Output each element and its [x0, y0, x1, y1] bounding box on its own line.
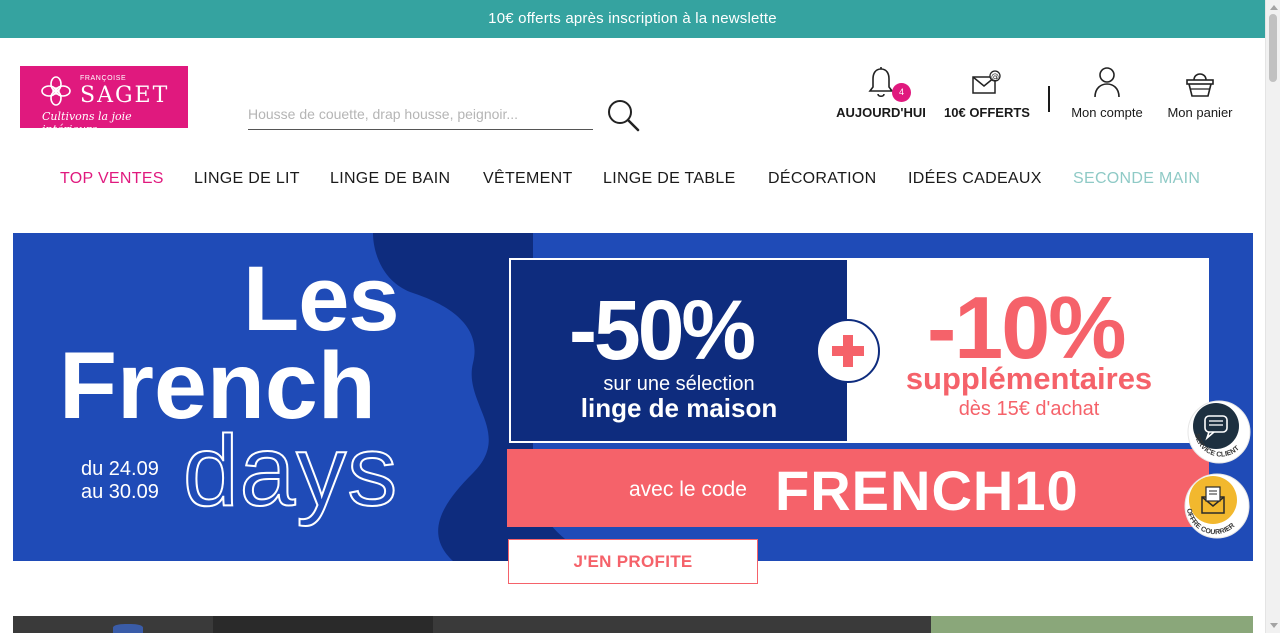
- discount-10-line1: supplémentaires: [905, 361, 1153, 396]
- account-button[interactable]: Mon compte: [1066, 66, 1148, 120]
- promo-code-label: avec le code: [629, 478, 747, 501]
- logo-small-text: FRANÇOISE: [80, 75, 127, 82]
- service-client-button[interactable]: SERVICE CLIENT: [1187, 400, 1251, 464]
- search-icon: [608, 100, 640, 132]
- next-banner-plant-area: [931, 616, 1253, 633]
- promo-bar[interactable]: 10€ offerts après inscription à la newsl…: [0, 0, 1265, 38]
- hero-date-from: du 24.09: [81, 458, 159, 480]
- hero-title-days: days: [182, 415, 399, 527]
- user-icon: [1094, 67, 1120, 98]
- promo-code-value: FRENCH10: [775, 459, 1079, 522]
- brand-logo[interactable]: FRANÇOISE SAGET Cultivons la joie intéri…: [20, 66, 188, 136]
- discount-50-line2: linge de maison: [580, 393, 778, 423]
- account-label: Mon compte: [1071, 105, 1143, 120]
- mail-offer-icon: @: [972, 70, 1001, 94]
- nav-item-linge-de-table[interactable]: LINGE DE TABLE: [603, 170, 736, 188]
- chat-support-icon: SERVICE CLIENT: [1187, 400, 1251, 464]
- page: 10€ offerts après inscription à la newsl…: [0, 0, 1280, 633]
- hero-title-les: Les: [243, 248, 400, 350]
- cart-label: Mon panier: [1167, 105, 1233, 120]
- nav-item-top-ventes[interactable]: TOP VENTES: [60, 170, 164, 188]
- hero-banner[interactable]: Les French du 24.09 au 30.09 days -50% s…: [13, 233, 1253, 561]
- search-button[interactable]: [605, 98, 641, 134]
- hero-date-to: au 30.09: [81, 481, 159, 503]
- next-banner-blue-shape: [113, 624, 143, 633]
- discount-10-box: -10% supplémentaires dès 15€ d'achat: [849, 258, 1209, 443]
- nav-item-vetement[interactable]: VÊTEMENT: [483, 170, 573, 188]
- jen-profite-button[interactable]: J'EN PROFITE: [508, 539, 758, 584]
- nav-item-linge-de-bain[interactable]: LINGE DE BAIN: [330, 170, 450, 188]
- offer-label: 10€ OFFERTS: [944, 105, 1030, 120]
- offre-courrier-button[interactable]: OFFRE COURRIER: [1181, 473, 1251, 539]
- next-banner-image[interactable]: [13, 616, 1253, 633]
- flower-logo-icon: [41, 76, 71, 106]
- search-input[interactable]: [248, 98, 593, 130]
- basket-icon: [1186, 73, 1214, 97]
- discount-50-value: -50%: [569, 283, 756, 377]
- logo-tagline: Cultivons la joie intérieure: [42, 110, 132, 136]
- cart-button[interactable]: Mon panier: [1164, 66, 1236, 120]
- nav-item-idees-cadeaux[interactable]: IDÉES CADEAUX: [908, 170, 1042, 188]
- today-label: AUJOURD'HUI: [836, 105, 926, 120]
- scroll-up-icon[interactable]: [1270, 5, 1278, 10]
- nav-item-linge-de-lit[interactable]: LINGE DE LIT: [194, 170, 300, 188]
- scroll-down-icon[interactable]: [1270, 623, 1278, 628]
- notification-badge: 4: [892, 83, 911, 102]
- hero-dates: du 24.09 au 30.09: [81, 458, 159, 504]
- discount-50-box: -50% sur une sélection linge de maison: [509, 258, 849, 443]
- logo-big-text: SAGET: [80, 83, 170, 108]
- plus-icon: [816, 319, 880, 383]
- offer-button[interactable]: @ 10€ OFFERTS: [944, 66, 1030, 120]
- nav-item-decoration[interactable]: DÉCORATION: [768, 170, 876, 188]
- scrollbar[interactable]: [1265, 0, 1280, 633]
- discount-10-value: -10%: [927, 278, 1126, 377]
- promo-code-box: avec le code FRENCH10: [507, 449, 1209, 527]
- scroll-thumb[interactable]: [1269, 14, 1277, 82]
- mail-envelope-icon: OFFRE COURRIER: [1184, 473, 1250, 539]
- promo-bar-text[interactable]: 10€ offerts après inscription à la newsl…: [488, 10, 777, 27]
- main-nav: TOP VENTES LINGE DE LIT LINGE DE BAIN VÊ…: [0, 170, 1265, 194]
- next-banner-dark-area: [213, 616, 433, 633]
- svg-text:@: @: [991, 72, 999, 81]
- header-divider: [1048, 86, 1050, 112]
- today-button[interactable]: 4 AUJOURD'HUI: [836, 66, 926, 120]
- discount-10-line2: dès 15€ d'achat: [958, 398, 1100, 420]
- nav-item-seconde-main[interactable]: SECONDE MAIN: [1073, 170, 1200, 188]
